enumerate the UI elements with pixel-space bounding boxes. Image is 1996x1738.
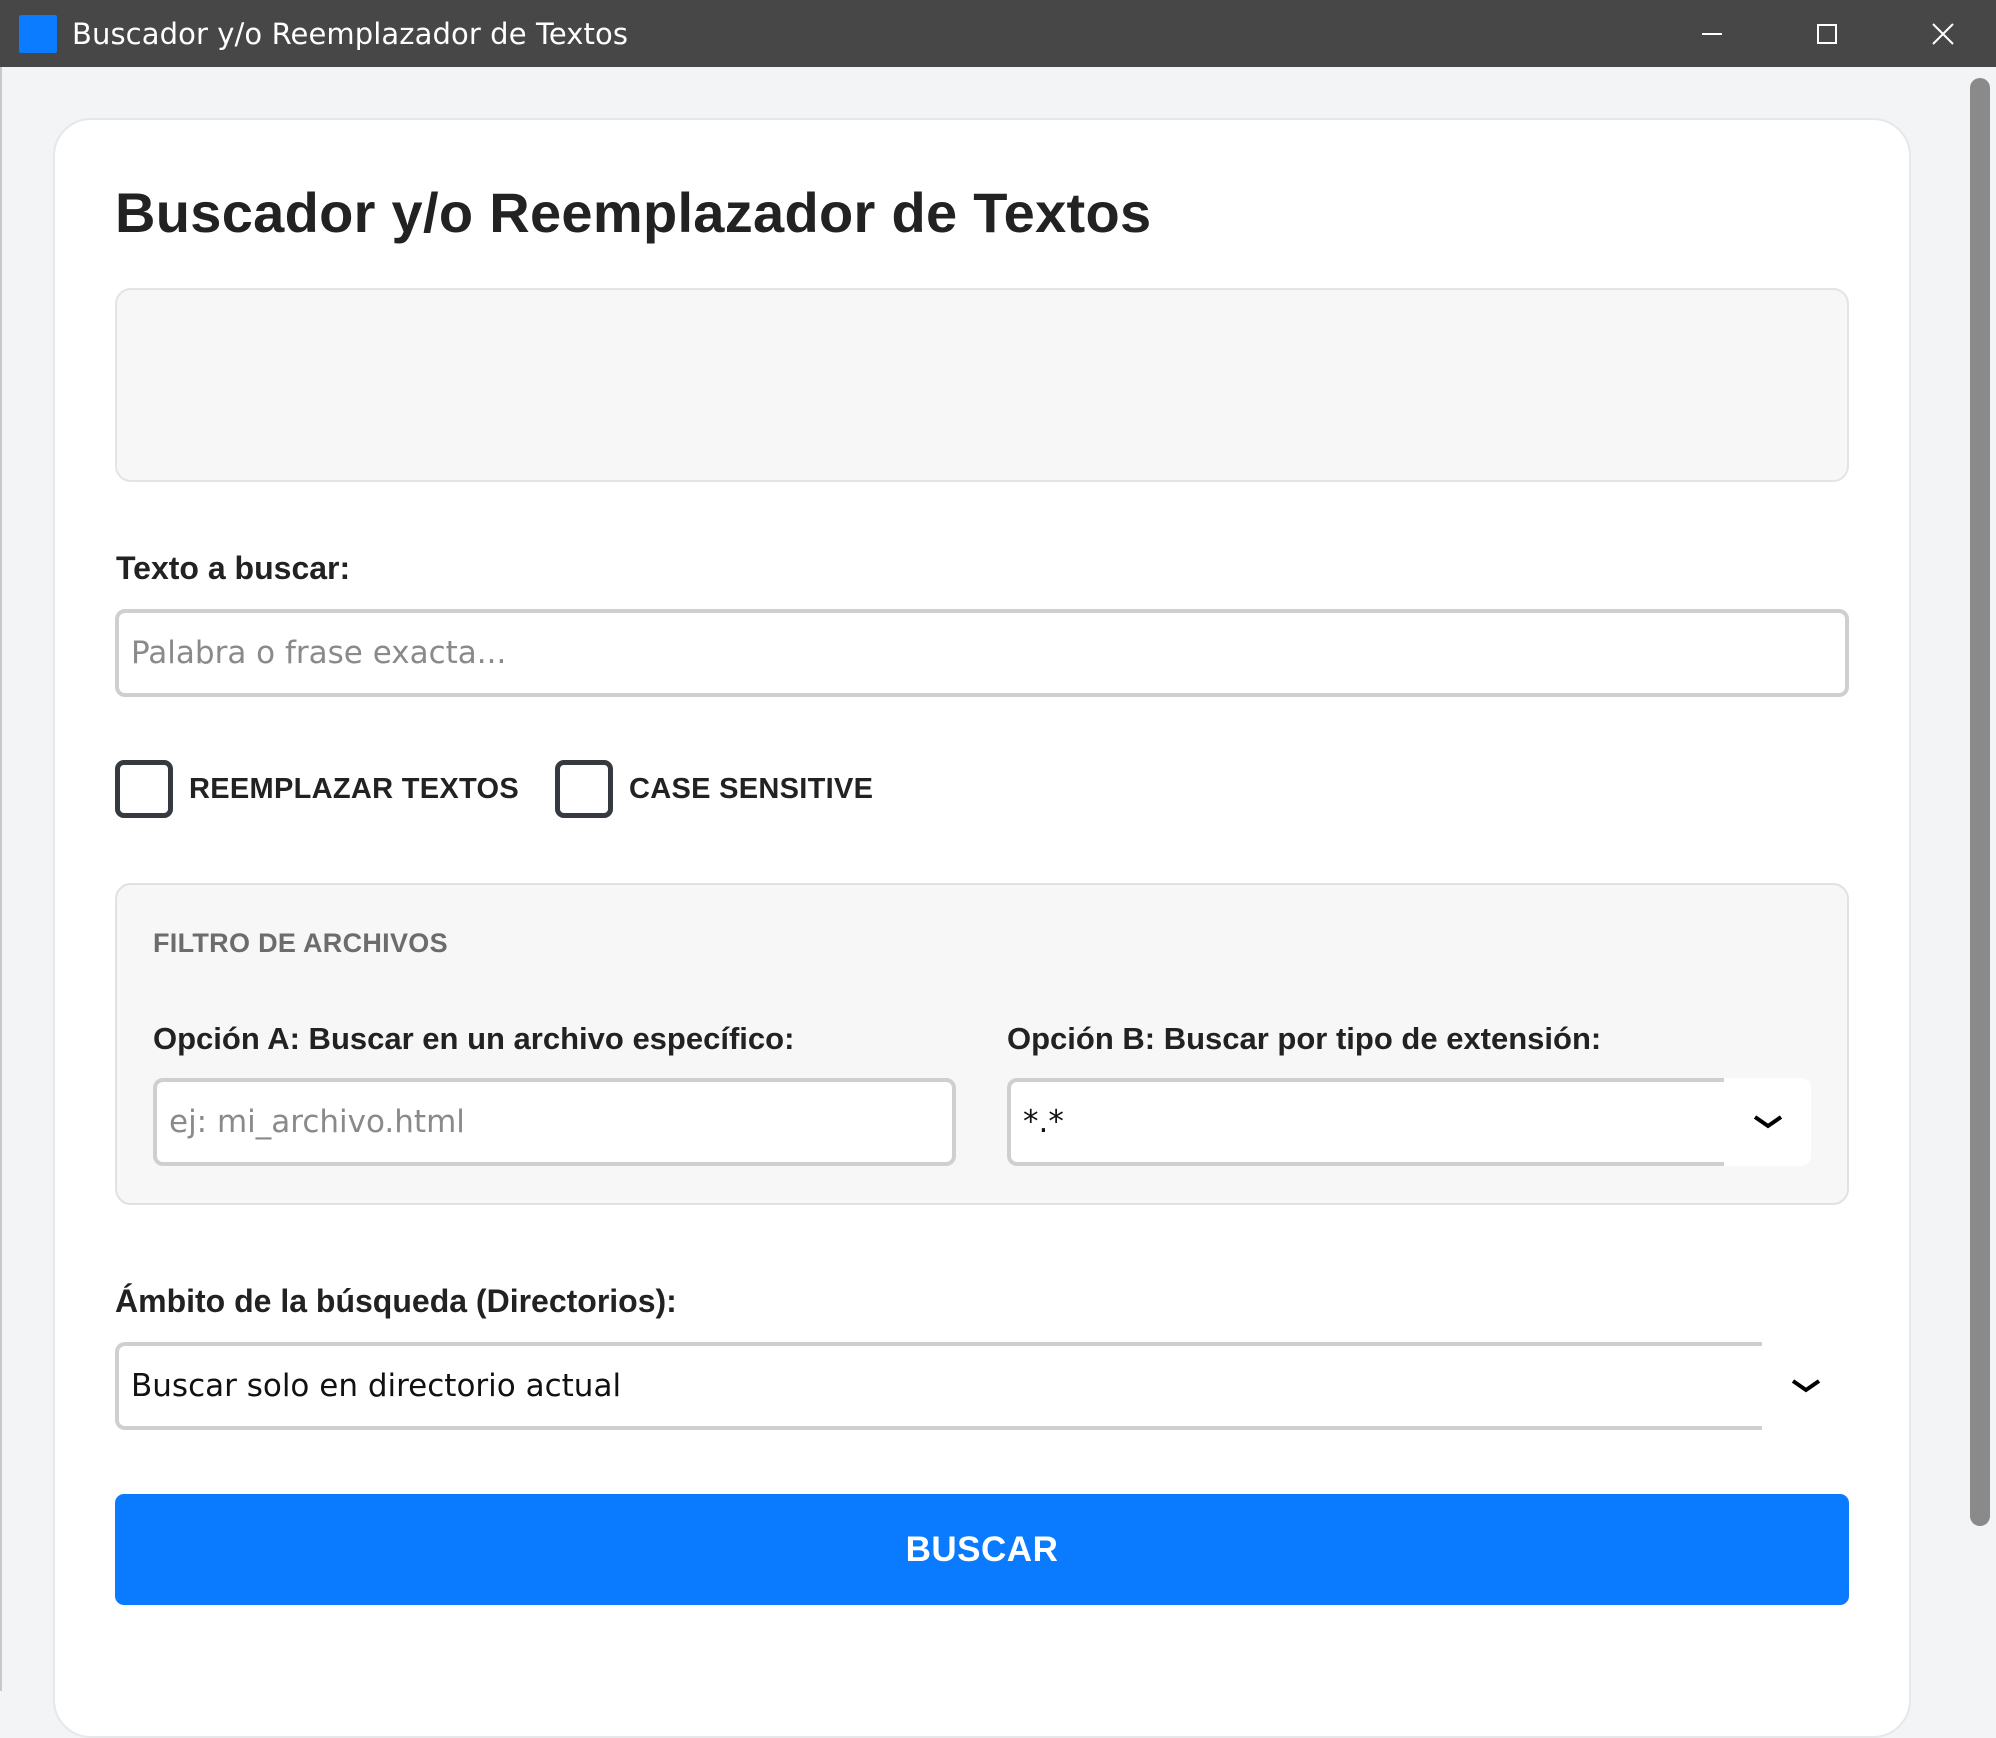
maximize-icon bbox=[1817, 23, 1837, 44]
app-icon bbox=[19, 14, 57, 53]
scope-select-value: Buscar solo en directorio actual bbox=[131, 1368, 622, 1404]
option-a-label: Opción A: Buscar en un archivo específic… bbox=[153, 1021, 795, 1056]
chevron-down-icon bbox=[1753, 1115, 1782, 1129]
vertical-scrollbar[interactable] bbox=[1970, 78, 1990, 1526]
window-titlebar: Buscador y/o Reemplazador de Textos bbox=[0, 0, 1996, 67]
close-button[interactable] bbox=[1885, 0, 1996, 67]
scope-select[interactable]: Buscar solo en directorio actual bbox=[115, 1342, 1762, 1430]
option-b-label: Opción B: Buscar por tipo de extensión: bbox=[1007, 1021, 1602, 1056]
file-filter-legend: FILTRO DE ARCHIVOS bbox=[153, 928, 448, 958]
page-title: Buscador y/o Reemplazador de Textos bbox=[115, 181, 1152, 244]
scope-select-toggle[interactable] bbox=[1762, 1342, 1849, 1430]
specific-file-input[interactable] bbox=[153, 1078, 956, 1166]
maximize-button[interactable] bbox=[1769, 0, 1885, 67]
replace-texts-checkbox[interactable]: REEMPLAZAR TEXTOS bbox=[115, 760, 519, 818]
extension-select-toggle[interactable] bbox=[1724, 1078, 1811, 1166]
scope-label: Ámbito de la búsqueda (Directorios): bbox=[115, 1283, 677, 1319]
search-text-label: Texto a buscar: bbox=[116, 550, 351, 586]
results-area bbox=[115, 288, 1849, 482]
minimize-icon bbox=[1702, 32, 1722, 35]
case-sensitive-label: CASE SENSITIVE bbox=[629, 772, 874, 805]
chevron-down-icon bbox=[1791, 1379, 1820, 1393]
case-sensitive-checkbox-box[interactable] bbox=[555, 760, 613, 818]
minimize-button[interactable] bbox=[1654, 0, 1770, 67]
extension-select-value: *.* bbox=[1023, 1104, 1064, 1140]
replace-texts-checkbox-box[interactable] bbox=[115, 760, 173, 818]
case-sensitive-checkbox[interactable]: CASE SENSITIVE bbox=[555, 760, 873, 818]
search-button[interactable]: BUSCAR bbox=[115, 1494, 1849, 1605]
search-text-input[interactable] bbox=[115, 609, 1849, 697]
close-icon bbox=[1932, 22, 1954, 45]
extension-select[interactable]: *.* bbox=[1007, 1078, 1724, 1166]
replace-texts-label: REEMPLAZAR TEXTOS bbox=[189, 772, 520, 805]
window-title: Buscador y/o Reemplazador de Textos bbox=[72, 16, 629, 51]
